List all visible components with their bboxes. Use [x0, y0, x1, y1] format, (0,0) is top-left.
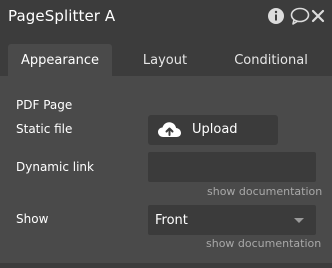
show-select[interactable]: Front — [148, 205, 316, 235]
close-icon[interactable] — [310, 7, 330, 27]
section-label: PDF Page — [16, 98, 73, 112]
tab-appearance[interactable]: Appearance — [8, 44, 112, 76]
show-label: Show — [16, 212, 49, 226]
chevron-down-icon — [294, 218, 304, 223]
tab-bar: Appearance Layout Conditional — [0, 36, 332, 76]
comment-icon[interactable] — [290, 7, 310, 27]
footer-bar — [0, 263, 332, 268]
show-documentation-link-2[interactable]: show documentation — [206, 237, 321, 250]
show-documentation-link[interactable]: show documentation — [207, 185, 322, 198]
dynamic-link-input[interactable] — [148, 152, 316, 182]
upload-button[interactable]: Upload — [148, 115, 278, 145]
static-file-label: Static file — [16, 122, 73, 136]
info-icon[interactable] — [267, 7, 287, 27]
tab-conditional[interactable]: Conditional — [222, 44, 320, 76]
dynamic-link-label: Dynamic link — [16, 160, 94, 174]
title-bar: PageSplitter A — [0, 0, 332, 36]
cloud-upload-icon — [158, 122, 181, 137]
tab-layout[interactable]: Layout — [120, 44, 210, 76]
show-select-value: Front — [155, 213, 188, 228]
element-title: PageSplitter A — [8, 7, 116, 25]
upload-button-label: Upload — [192, 122, 238, 137]
